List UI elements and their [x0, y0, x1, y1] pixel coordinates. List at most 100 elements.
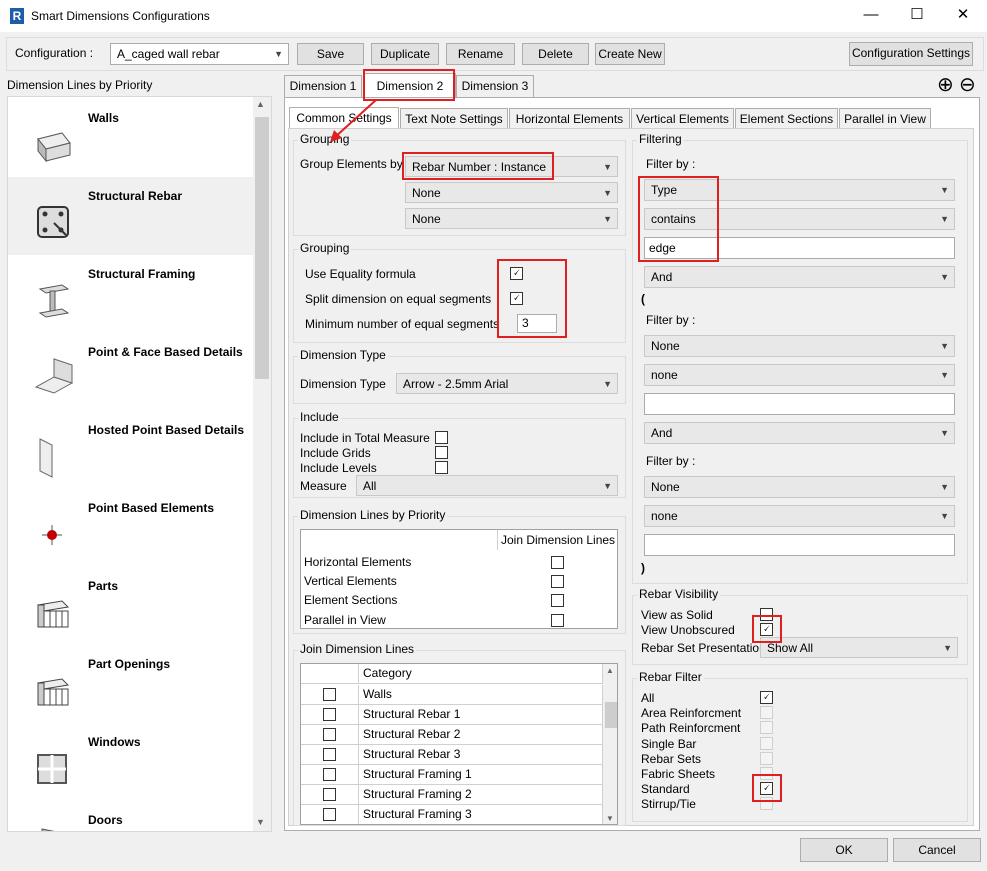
sidebar-item-point-face-details[interactable]: Point & Face Based Details	[8, 333, 253, 411]
include-levels-label: Include Levels	[300, 461, 377, 475]
minimize-button[interactable]: —	[848, 0, 894, 32]
close-window-button[interactable]: ✕	[940, 0, 986, 32]
tab-parallel-in-view[interactable]: Parallel in View	[839, 108, 931, 130]
filter-3-param-select[interactable]: None ▼	[644, 476, 955, 498]
scroll-thumb[interactable]	[605, 702, 617, 728]
sidebar-title: Dimension Lines by Priority	[7, 78, 153, 92]
rebar-filter-label: Path Reinforcment	[641, 721, 741, 735]
cancel-button[interactable]: Cancel	[893, 838, 981, 862]
sidebar-item-windows[interactable]: Windows	[8, 723, 253, 801]
rebar-filter-checkbox[interactable]	[760, 767, 773, 780]
rebar-filter-checkbox[interactable]	[760, 752, 773, 765]
sidebar-scrollbar[interactable]: ▲ ▼	[253, 97, 271, 831]
group-by-select-2[interactable]: None ▼	[405, 182, 618, 203]
rebar-filter-standard-checkbox[interactable]: 🗸	[760, 782, 773, 795]
filter-2-value-input[interactable]	[644, 393, 955, 415]
tab-element-sections[interactable]: Element Sections	[735, 108, 838, 130]
join-row-checkbox[interactable]	[323, 728, 336, 741]
sidebar-item-label: Hosted Point Based Details	[88, 423, 245, 437]
create-new-button[interactable]: Create New	[595, 43, 665, 65]
min-equal-segments-input[interactable]: 3	[517, 314, 557, 333]
filter-and-select-1[interactable]: And ▼	[644, 266, 955, 288]
rebar-filter-all-checkbox[interactable]: 🗸	[760, 691, 773, 704]
rebar-set-presentation-select[interactable]: Show All ▼	[760, 637, 958, 658]
sidebar-item-point-based-elements[interactable]: Point Based Elements	[8, 489, 253, 567]
group-by-select-1[interactable]: Rebar Number : Instance ▼	[405, 156, 618, 177]
rebar-filter-label: Single Bar	[641, 737, 697, 751]
join-lines-title: Join Dimension Lines	[298, 642, 417, 656]
include-levels-checkbox[interactable]	[435, 461, 448, 474]
delete-button[interactable]: Delete	[522, 43, 589, 65]
filter-3-operator-select[interactable]: none ▼	[644, 505, 955, 527]
priority-header-divider	[497, 530, 498, 550]
filter-1-operator-select[interactable]: contains ▼	[644, 208, 955, 230]
rebar-filter-label: Fabric Sheets	[641, 767, 716, 781]
view-as-solid-checkbox[interactable]	[760, 608, 773, 621]
filter-2-param-select[interactable]: None ▼	[644, 335, 955, 357]
scroll-down-icon[interactable]: ▼	[606, 814, 614, 823]
sidebar-item-structural-rebar[interactable]: Structural Rebar	[8, 177, 253, 255]
join-row-checkbox[interactable]	[323, 808, 336, 821]
rebar-filter-checkbox[interactable]	[760, 706, 773, 719]
include-grids-checkbox[interactable]	[435, 446, 448, 459]
duplicate-button[interactable]: Duplicate	[371, 43, 439, 65]
split-dimension-checkbox[interactable]: 🗸	[510, 292, 523, 305]
group-by-select-3[interactable]: None ▼	[405, 208, 618, 229]
remove-dimension-icon[interactable]: ⊖	[959, 74, 976, 96]
sidebar-item-doors[interactable]: Doors	[8, 801, 253, 831]
dimension-type-select[interactable]: Arrow - 2.5mm Arial ▼	[396, 373, 618, 394]
chevron-down-icon: ▼	[940, 428, 949, 438]
join-row-checkbox[interactable]	[323, 688, 336, 701]
measure-select[interactable]: All ▼	[356, 475, 618, 496]
tab-dimension-1[interactable]: Dimension 1	[284, 75, 362, 97]
filter-1-value-input[interactable]: edge	[644, 237, 955, 259]
priority-table: Join Dimension Lines Horizontal Elements…	[300, 529, 618, 629]
include-total-checkbox[interactable]	[435, 431, 448, 444]
sidebar-item-hosted-point-details[interactable]: Hosted Point Based Details	[8, 411, 253, 489]
scroll-thumb[interactable]	[255, 117, 269, 379]
priority-row-checkbox[interactable]	[551, 594, 564, 607]
join-row-checkbox[interactable]	[323, 788, 336, 801]
configuration-settings-button[interactable]: Configuration Settings	[849, 42, 973, 66]
filter-2-operator-select[interactable]: none ▼	[644, 364, 955, 386]
configuration-select[interactable]: A_caged wall rebar ▼	[110, 43, 289, 65]
tab-dimension-3[interactable]: Dimension 3	[456, 75, 534, 97]
sidebar-item-label: Part Openings	[88, 657, 171, 671]
join-row-checkbox[interactable]	[323, 708, 336, 721]
tab-text-note-settings[interactable]: Text Note Settings	[400, 108, 508, 130]
door-icon	[41, 828, 55, 831]
filter-1-param-select[interactable]: Type ▼	[644, 179, 955, 201]
sidebar-item-walls[interactable]: Walls	[8, 99, 253, 177]
view-unobscured-checkbox[interactable]: 🗸	[760, 623, 773, 636]
scroll-up-icon[interactable]: ▲	[606, 666, 614, 675]
sidebar-list: ▲ ▼ Walls Structural Rebar Structural Fr…	[7, 96, 272, 832]
filter-and-select-2[interactable]: And ▼	[644, 422, 955, 444]
rebar-filter-checkbox[interactable]	[760, 797, 773, 810]
tab-horizontal-elements[interactable]: Horizontal Elements	[509, 108, 630, 130]
save-button[interactable]: Save	[297, 43, 364, 65]
sidebar-item-label: Walls	[88, 111, 119, 125]
priority-row-checkbox[interactable]	[551, 614, 564, 627]
join-row-checkbox[interactable]	[323, 768, 336, 781]
rename-button[interactable]: Rename	[446, 43, 515, 65]
sidebar-item-parts[interactable]: Parts	[8, 567, 253, 645]
part-openings-icon	[36, 678, 70, 706]
sidebar-item-label: Point & Face Based Details	[88, 345, 243, 359]
sidebar-item-structural-framing[interactable]: Structural Framing	[8, 255, 253, 333]
sidebar-item-part-openings[interactable]: Part Openings	[8, 645, 253, 723]
rebar-filter-checkbox[interactable]	[760, 721, 773, 734]
maximize-button[interactable]: ☐	[894, 0, 940, 32]
priority-row-checkbox[interactable]	[551, 575, 564, 588]
filter-3-value-input[interactable]	[644, 534, 955, 556]
scroll-down-icon[interactable]: ▼	[256, 817, 265, 827]
priority-row-checkbox[interactable]	[551, 556, 564, 569]
rebar-filter-checkbox[interactable]	[760, 737, 773, 750]
ok-button[interactable]: OK	[800, 838, 888, 862]
tab-vertical-elements[interactable]: Vertical Elements	[631, 108, 734, 130]
join-row-checkbox[interactable]	[323, 748, 336, 761]
add-dimension-icon[interactable]: ⊕	[937, 74, 954, 96]
join-scrollbar[interactable]: ▲ ▼	[603, 664, 617, 824]
filter-param-value: None	[651, 339, 680, 353]
scroll-up-icon[interactable]: ▲	[256, 99, 265, 109]
use-equality-checkbox[interactable]: 🗸	[510, 267, 523, 280]
